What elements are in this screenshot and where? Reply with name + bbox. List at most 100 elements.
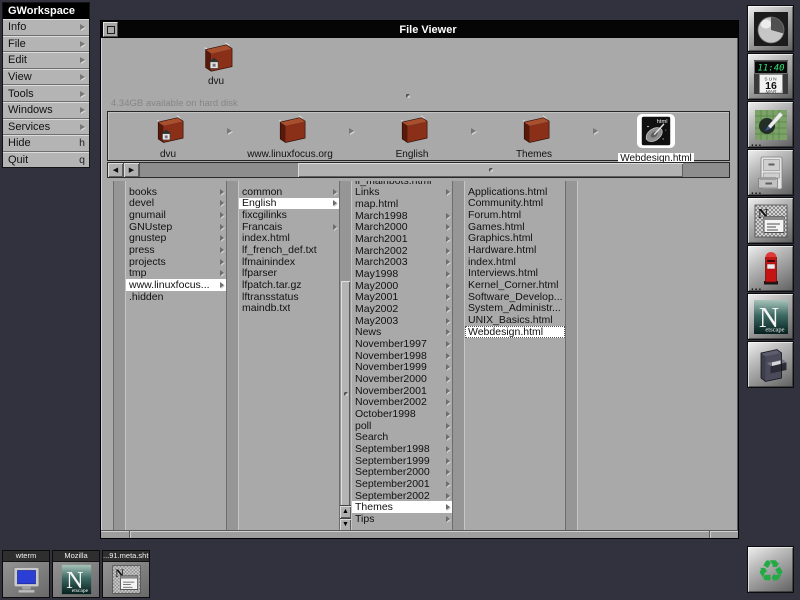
scroll-right-button[interactable]: ▶	[124, 163, 140, 177]
shelf-item-www-linuxfocus-org[interactable]: www.linuxfocus.org	[234, 112, 346, 160]
file-row[interactable]: Webdesign.html	[465, 326, 565, 338]
file-row[interactable]: November1997	[352, 338, 452, 350]
file-row[interactable]: May2000	[352, 280, 452, 292]
file-row[interactable]: Hardware.html	[465, 244, 565, 256]
file-row[interactable]: News	[352, 327, 452, 339]
file-row[interactable]: lfpatch.tar.gz	[239, 279, 339, 291]
gworkspace-dock-tile[interactable]	[747, 5, 794, 52]
scroll-up-button[interactable]: ▲	[340, 505, 351, 518]
file-row[interactable]: tmp	[126, 268, 226, 280]
file-row[interactable]: Themes	[352, 501, 452, 513]
hscroll-knob[interactable]	[298, 163, 683, 177]
file-row[interactable]: March2003	[352, 257, 452, 269]
file-row[interactable]: common	[239, 186, 339, 198]
files-app-dock-tile[interactable]: ...	[747, 149, 794, 196]
shelf-item-webdesign-html[interactable]: html Webdesign.html	[600, 112, 712, 166]
column-scrollbar[interactable]	[452, 181, 465, 531]
file-row[interactable]: May2003	[352, 315, 452, 327]
recycler-dock-tile[interactable]: ♻	[747, 546, 794, 593]
file-row[interactable]: May2001	[352, 292, 452, 304]
menu-item-hide[interactable]: Hideh	[3, 135, 89, 152]
menu-item-view[interactable]: View	[3, 69, 89, 86]
column-scrollbar[interactable]: ▲ ▼	[339, 181, 352, 531]
file-row[interactable]: Graphics.html	[465, 233, 565, 245]
file-row[interactable]: November1999	[352, 362, 452, 374]
file-row[interactable]: November2002	[352, 396, 452, 408]
file-row[interactable]: index.html	[239, 233, 339, 245]
file-row[interactable]: March2002	[352, 245, 452, 257]
file-row[interactable]: November2000	[352, 373, 452, 385]
graphics-app-dock-tile[interactable]: ...	[747, 101, 794, 148]
miniwindow--91-meta-shtml[interactable]: ...91.meta.shtml N	[102, 550, 150, 598]
file-row[interactable]: Games.html	[465, 221, 565, 233]
file-row[interactable]: Tips	[352, 513, 452, 525]
clock-dock-tile[interactable]: 11:40 SUN 16 MAR	[747, 53, 794, 100]
menu-item-windows[interactable]: Windows	[3, 102, 89, 119]
netscape-dock-tile[interactable]: N etscape	[747, 293, 794, 340]
file-row[interactable]: March1998	[352, 210, 452, 222]
file-row[interactable]: September2002	[352, 490, 452, 502]
file-row[interactable]: Links	[352, 187, 452, 199]
file-row[interactable]: projects	[126, 256, 226, 268]
file-row[interactable]: March2001	[352, 233, 452, 245]
pane-resize-dimple[interactable]	[406, 94, 410, 98]
file-row[interactable]: September1998	[352, 443, 452, 455]
menu-item-info[interactable]: Info	[3, 19, 89, 36]
file-row[interactable]: lfparser	[239, 268, 339, 280]
file-row[interactable]: poll	[352, 420, 452, 432]
editor-app-dock-tile[interactable]: N	[747, 197, 794, 244]
file-row[interactable]: lfmainindex	[239, 256, 339, 268]
file-row[interactable]: map.html	[352, 198, 452, 210]
miniwindow-mozilla[interactable]: Mozilla N etscape	[52, 550, 100, 598]
file-row[interactable]: Community.html	[465, 198, 565, 210]
column-scrollbar[interactable]	[113, 181, 126, 531]
miniaturize-button[interactable]	[103, 22, 118, 37]
menu-item-quit[interactable]: Quitq	[3, 152, 89, 168]
shelf-item-themes[interactable]: Themes	[478, 112, 590, 160]
scrollbar-knob[interactable]	[341, 281, 350, 506]
file-row[interactable]: November1998	[352, 350, 452, 362]
gnumail-dock-tile[interactable]: ...	[747, 245, 794, 292]
file-row[interactable]: Applications.html	[465, 186, 565, 198]
shelf-horizontal-scrollbar[interactable]: ◀ ▶	[107, 162, 730, 178]
file-row[interactable]: maindb.txt	[239, 303, 339, 315]
file-row[interactable]: September2001	[352, 478, 452, 490]
file-row[interactable]: Kernel_Corner.html	[465, 279, 565, 291]
menu-item-edit[interactable]: Edit	[3, 52, 89, 69]
menu-item-services[interactable]: Services	[3, 119, 89, 136]
column-scrollbar[interactable]	[226, 181, 239, 531]
file-row[interactable]: System_Administr...	[465, 303, 565, 315]
file-row[interactable]: lftransstatus	[239, 291, 339, 303]
shelf-item-english[interactable]: English	[356, 112, 468, 160]
file-row[interactable]: index.html	[465, 256, 565, 268]
file-row[interactable]: lf_french_def.txt	[239, 244, 339, 256]
file-row[interactable]: Interviews.html	[465, 268, 565, 280]
file-row[interactable]: Software_Develop...	[465, 291, 565, 303]
menu-item-file[interactable]: File	[3, 36, 89, 53]
file-row[interactable]: May2002	[352, 303, 452, 315]
window-titlebar[interactable]: File Viewer	[101, 21, 738, 38]
file-row[interactable]: books	[126, 186, 226, 198]
file-row[interactable]: Search	[352, 431, 452, 443]
scroll-left-button[interactable]: ◀	[108, 163, 124, 177]
archive-app-dock-tile[interactable]	[747, 341, 794, 388]
file-row[interactable]: Francais	[239, 221, 339, 233]
file-row[interactable]: www.linuxfocus...	[126, 279, 226, 291]
app-menu-title[interactable]: GWorkspace	[3, 3, 89, 19]
file-row[interactable]: gnustep	[126, 233, 226, 245]
file-row[interactable]: Forum.html	[465, 209, 565, 221]
file-row[interactable]: press	[126, 244, 226, 256]
column-scrollbar[interactable]	[565, 181, 578, 531]
file-row[interactable]: English	[239, 198, 339, 210]
file-row[interactable]: September2000	[352, 466, 452, 478]
file-row[interactable]: November2001	[352, 385, 452, 397]
menu-item-tools[interactable]: Tools	[3, 85, 89, 102]
file-row[interactable]: March2000	[352, 222, 452, 234]
file-row[interactable]: UNIX_Basics.html	[465, 314, 565, 326]
file-row[interactable]: fixcgilinks	[239, 209, 339, 221]
file-row[interactable]: September1999	[352, 455, 452, 467]
file-row[interactable]: May1998	[352, 268, 452, 280]
file-row[interactable]: .hidden	[126, 291, 226, 303]
file-row[interactable]: October1998	[352, 408, 452, 420]
file-row[interactable]: gnumail	[126, 209, 226, 221]
